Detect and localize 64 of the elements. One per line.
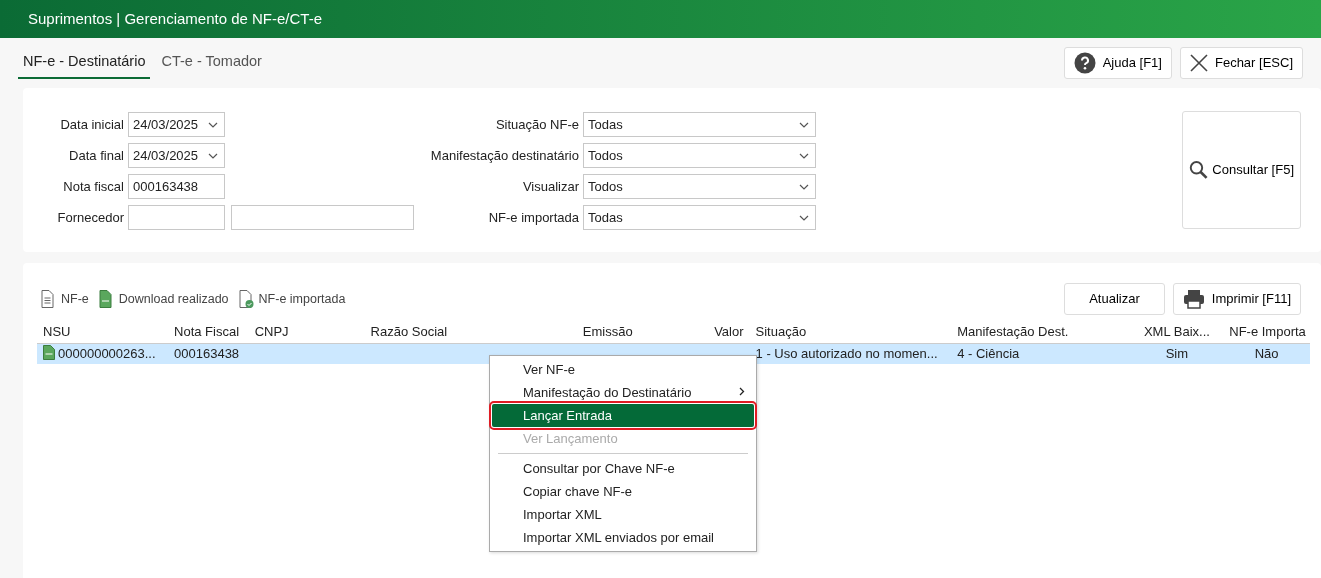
menu-item[interactable]: Importar XML [492,503,754,526]
field-label: NF-e importada [487,208,580,227]
dropdown-icon [799,215,809,222]
column-header: CNPJ [248,321,365,343]
dropdown-icon [799,184,809,191]
field-label: Situação NF-e [494,115,580,134]
dropdown-field[interactable]: Todos [583,143,816,168]
input-field[interactable]: 000163438 [128,174,225,199]
field-label: Nota fiscal [62,177,125,196]
column-header: Razão Social [364,321,526,343]
column-header: NSU [37,321,168,343]
table-cell: 4 - Ciência [957,346,1020,361]
checked-document-icon [238,289,254,309]
help-icon [1073,52,1096,74]
spreadsheet-document-icon [98,289,114,309]
print-button[interactable]: Imprimir [F11] [1172,283,1301,315]
input-field[interactable] [231,205,414,230]
search-icon [1189,159,1209,181]
column-header: Manifestação Dest. [951,321,1131,343]
printer-icon [1182,289,1205,309]
dropdown-field[interactable]: Todas [583,112,816,137]
column-header: XML Baix... [1130,321,1224,343]
legend-label: NF-e [61,290,89,308]
dropdown-field[interactable]: Todas [583,205,816,230]
refresh-button[interactable]: Atualizar [1064,283,1165,315]
column-header: Situação [749,321,952,343]
column-header: Nota Fiscal [168,321,249,343]
menu-item[interactable]: Consultar por Chave NF-e [492,457,754,480]
dropdown-icon [208,153,218,160]
window-title: Suprimentos | Gerenciamento de NF-e/CT-e [28,8,323,29]
help-button[interactable]: Ajuda [F1] [1063,47,1172,79]
field-label: Data final [68,146,125,165]
close-icon [1189,54,1208,72]
table-cell: 000163438 [174,346,240,361]
dropdown-icon [208,122,218,129]
field-label: Data inicial [59,115,125,134]
table-cell: Sim [1165,346,1189,361]
dropdown-icon [799,153,809,160]
date-field[interactable]: 24/03/2025 [128,143,225,168]
dropdown-icon [799,122,809,129]
table-cell: Não [1254,346,1279,361]
date-field[interactable]: 24/03/2025 [128,112,225,137]
dropdown-field[interactable]: Todos [583,174,816,199]
field-label: Visualizar [521,177,580,196]
spreadsheet-document-icon [43,345,55,360]
legend-label: NF-e importada [258,290,346,308]
tab[interactable]: NF-e - Destinatário [18,46,151,80]
tab[interactable]: CT-e - Tomador [156,46,267,80]
field-label: Manifestação destinatário [429,146,580,165]
column-header: NF-e Importa [1223,321,1310,343]
menu-item[interactable]: Importar XML enviados por email [492,526,754,549]
input-field[interactable] [128,205,225,230]
close-button[interactable]: Fechar [ESC] [1179,47,1303,79]
legend-label: Download realizado [118,290,229,308]
column-header: Valor [638,321,750,343]
menu-item[interactable]: Copiar chave NF-e [492,480,754,503]
table-cell: 000000000263... [58,346,156,361]
document-icon [41,289,56,309]
field-label: Fornecedor [56,208,125,227]
menu-item[interactable]: Manifestação do Destinatário [492,381,754,404]
search-button[interactable]: Consultar [F5] [1182,111,1301,229]
menu-item[interactable]: Ver NF-e [492,358,754,381]
menu-item[interactable]: Lançar Entrada [492,404,754,427]
column-header: Emissão [525,321,639,343]
